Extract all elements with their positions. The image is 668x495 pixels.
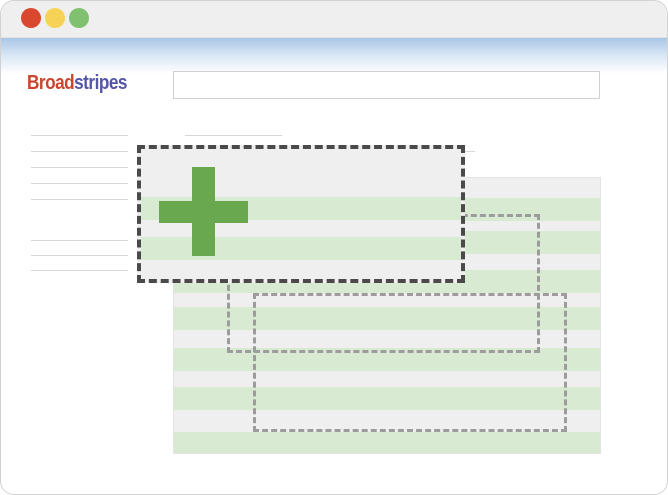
sidebar-item[interactable] bbox=[31, 135, 128, 136]
close-window-button[interactable] bbox=[21, 8, 41, 28]
header-band bbox=[1, 38, 667, 74]
plus-icon-horizontal bbox=[159, 201, 248, 223]
sidebar-item[interactable] bbox=[31, 167, 128, 168]
maximize-window-button[interactable] bbox=[69, 8, 89, 28]
sidebar-item[interactable] bbox=[31, 151, 128, 152]
minimize-window-button[interactable] bbox=[45, 8, 65, 28]
content-heading-line bbox=[185, 135, 282, 136]
sidebar-item[interactable] bbox=[31, 183, 128, 184]
logo-text-stripes: stripes bbox=[74, 72, 127, 94]
sidebar-item[interactable] bbox=[31, 255, 128, 256]
broadstripes-logo[interactable]: Broadstripes bbox=[27, 72, 127, 95]
window-titlebar bbox=[1, 1, 667, 38]
sidebar-item[interactable] bbox=[31, 240, 128, 241]
search-input[interactable] bbox=[173, 71, 600, 99]
sidebar-item[interactable] bbox=[31, 199, 128, 200]
plus-icon[interactable] bbox=[159, 167, 249, 257]
browser-window: Broadstripes bbox=[0, 0, 668, 495]
sidebar-item[interactable] bbox=[31, 270, 128, 271]
table-row[interactable] bbox=[174, 432, 600, 453]
logo-text-broad: Broad bbox=[27, 72, 75, 94]
